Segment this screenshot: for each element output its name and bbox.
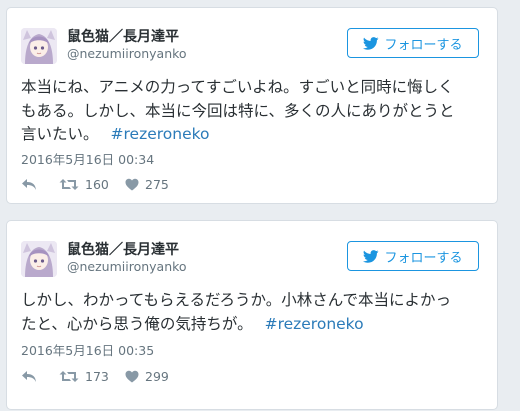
user-handle[interactable]: @nezumiironyanko (67, 46, 187, 61)
retweet-count: 173 (85, 369, 109, 384)
heart-icon (125, 178, 139, 191)
timestamp[interactable]: 2016年5月16日 00:35 (21, 340, 154, 359)
heart-icon (125, 370, 139, 383)
tweet-feed: 鼠色猫／長月達平 @nezumiironyanko フォローする 本当にね、アニ… (0, 0, 520, 411)
avatar[interactable] (21, 241, 57, 277)
reply-button[interactable] (21, 178, 59, 191)
hashtag-link[interactable]: #rezeroneko (265, 315, 364, 333)
tweet-text-content: しかし、わかってもらえるだろうか。小林さんで本当によかっ たと、心から思う俺の気… (21, 291, 451, 333)
tweet-card: 鼠色猫／長月達平 @nezumiironyanko フォローする 本当にね、アニ… (6, 7, 498, 204)
follow-button[interactable]: フォローする (347, 28, 479, 58)
like-count: 299 (145, 369, 169, 384)
display-name[interactable]: 鼠色猫／長月達平 (67, 26, 179, 46)
like-button[interactable]: 299 (125, 369, 169, 384)
tweet-text-content: 本当にね、アニメの力ってすごいよね。すごいと同時に悔しく もある。しかし、本当に… (21, 78, 455, 143)
reply-icon (22, 179, 36, 190)
hashtag-link[interactable]: #rezeroneko (111, 125, 210, 143)
reply-button[interactable] (21, 370, 59, 383)
tweet-text: 本当にね、アニメの力ってすごいよね。すごいと同時に悔しく もある。しかし、本当に… (21, 76, 487, 147)
follow-label: フォローする (384, 37, 463, 53)
reply-icon (22, 371, 36, 382)
timestamp[interactable]: 2016年5月16日 00:34 (21, 149, 154, 168)
like-button[interactable]: 275 (125, 177, 169, 192)
like-count: 275 (145, 177, 169, 192)
retweet-button[interactable]: 173 (59, 369, 125, 384)
tweet-actions: 173 299 (21, 369, 169, 384)
retweet-count: 160 (85, 177, 109, 192)
tweet-card: 鼠色猫／長月達平 @nezumiironyanko フォローする しかし、わかっ… (6, 220, 498, 410)
follow-button[interactable]: フォローする (347, 241, 479, 271)
twitter-bird-icon (363, 36, 380, 50)
twitter-bird-icon (363, 249, 380, 263)
user-handle[interactable]: @nezumiironyanko (67, 259, 187, 274)
retweet-icon (59, 371, 79, 382)
tweet-text: しかし、わかってもらえるだろうか。小林さんで本当によかっ たと、心から思う俺の気… (21, 289, 487, 336)
follow-label: フォローする (384, 250, 463, 266)
tweet-actions: 160 275 (21, 177, 169, 192)
retweet-button[interactable]: 160 (59, 177, 125, 192)
retweet-icon (59, 179, 79, 190)
avatar[interactable] (21, 28, 57, 64)
display-name[interactable]: 鼠色猫／長月達平 (67, 239, 179, 259)
